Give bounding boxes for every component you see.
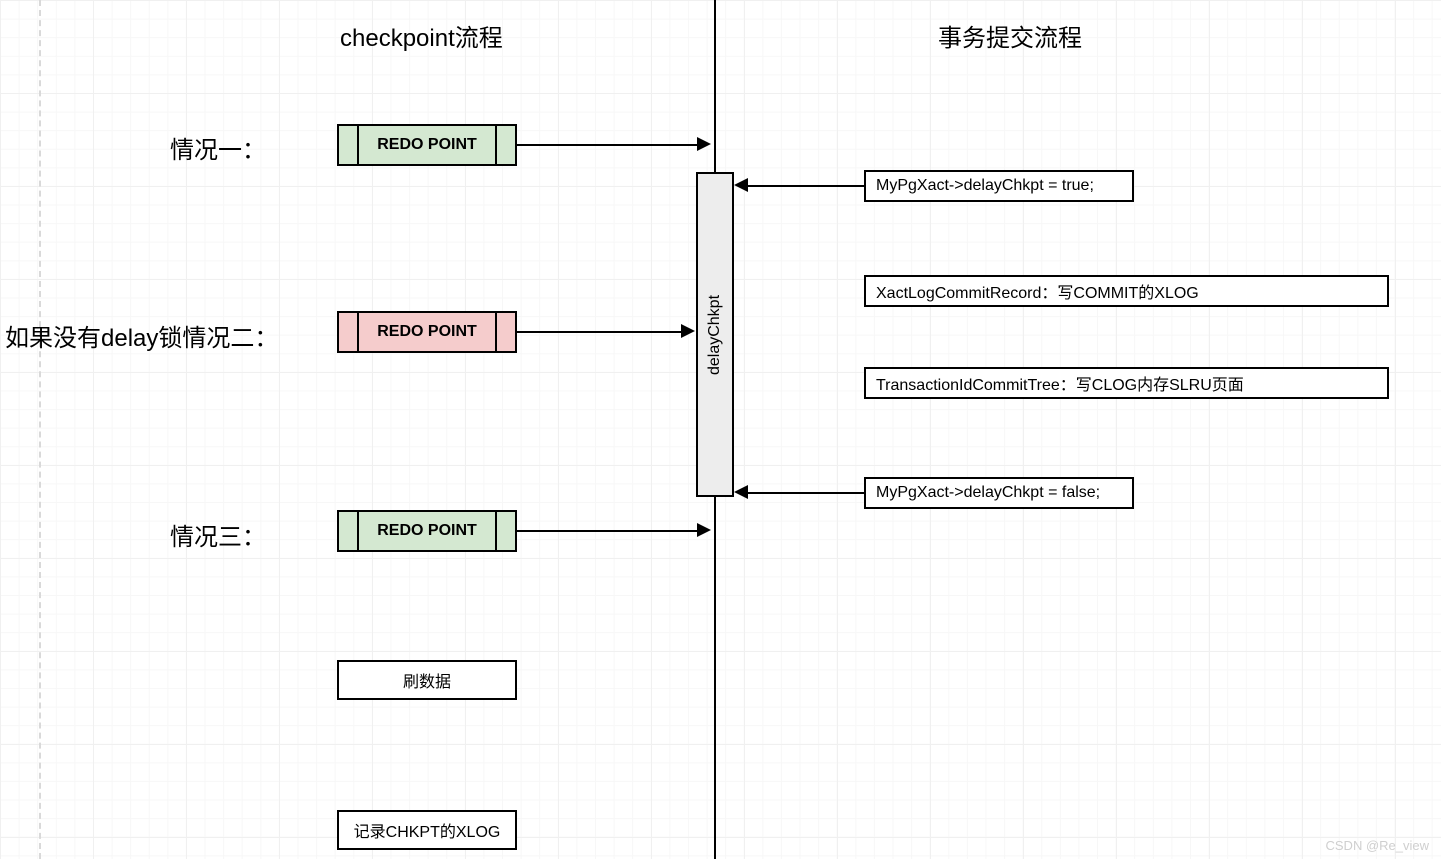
- case3-label: 情况三：: [170, 517, 266, 552]
- delay-false-text: MyPgXact->delayChkpt = false;: [876, 484, 1100, 502]
- arrow-case3-head: [697, 523, 711, 537]
- dashed-guide-line: [39, 0, 41, 859]
- clog-box: TransactionIdCommitTree：写CLOG内存SLRU页面: [864, 367, 1389, 399]
- record-text: 记录CHKPT的XLOG: [354, 818, 501, 842]
- redo-point-1-text: REDO POINT: [377, 136, 477, 154]
- arrow-case3: [517, 530, 697, 532]
- delay-true-box: MyPgXact->delayChkpt = true;: [864, 170, 1134, 202]
- arrow-case2: [517, 331, 681, 333]
- record-box: 记录CHKPT的XLOG: [337, 810, 517, 850]
- header-left: checkpoint流程: [340, 18, 503, 53]
- watermark: CSDN @Re_view: [1326, 838, 1430, 853]
- arrow-delay-false: [748, 492, 864, 494]
- arrow-case2-head: [681, 324, 695, 338]
- header-right: 事务提交流程: [938, 18, 1082, 53]
- clog-text: TransactionIdCommitTree：写CLOG内存SLRU页面: [876, 371, 1244, 395]
- flush-text: 刷数据: [403, 668, 451, 692]
- arrow-delay-true-head: [734, 178, 748, 192]
- flush-box: 刷数据: [337, 660, 517, 700]
- arrow-delay-false-head: [734, 485, 748, 499]
- redo-point-2-text: REDO POINT: [377, 323, 477, 341]
- delay-chkpt-text: delayChkpt: [706, 294, 724, 374]
- arrow-case1-head: [697, 137, 711, 151]
- delay-chkpt-box: delayChkpt: [696, 172, 734, 497]
- case2-label: 如果没有delay锁情况二：: [5, 318, 278, 353]
- delay-false-box: MyPgXact->delayChkpt = false;: [864, 477, 1134, 509]
- xlog-box: XactLogCommitRecord：写COMMIT的XLOG: [864, 275, 1389, 307]
- delay-true-text: MyPgXact->delayChkpt = true;: [876, 177, 1094, 195]
- arrow-case1: [517, 144, 697, 146]
- xlog-text: XactLogCommitRecord：写COMMIT的XLOG: [876, 279, 1199, 303]
- redo-point-1: REDO POINT: [337, 124, 517, 166]
- arrow-delay-true: [748, 185, 864, 187]
- case1-label: 情况一：: [170, 130, 266, 165]
- redo-point-3-text: REDO POINT: [377, 522, 477, 540]
- redo-point-2: REDO POINT: [337, 311, 517, 353]
- redo-point-3: REDO POINT: [337, 510, 517, 552]
